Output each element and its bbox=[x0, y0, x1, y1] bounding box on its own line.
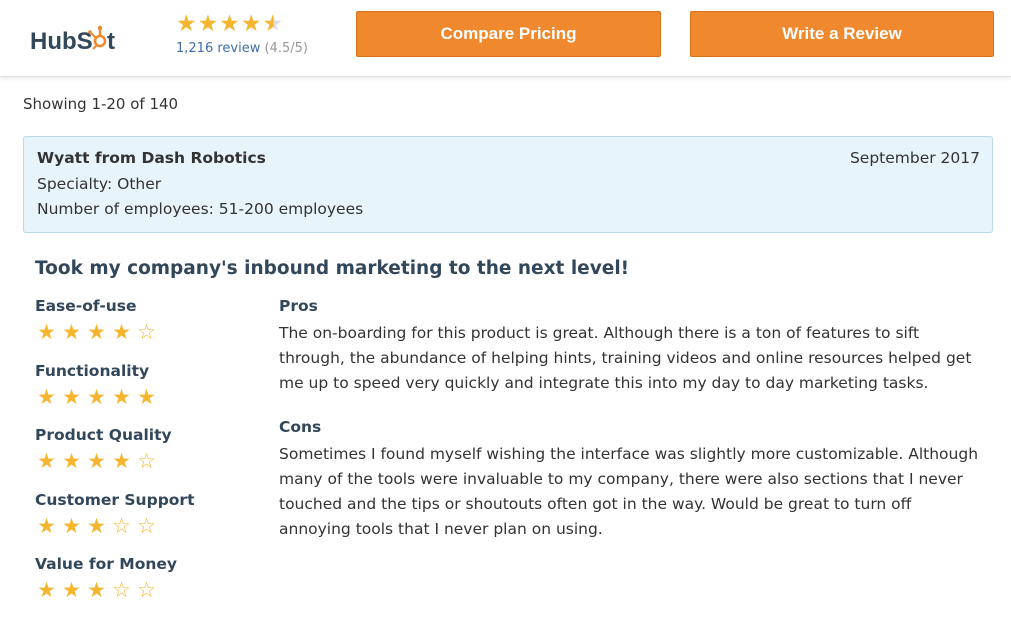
half-star-icon: ★ bbox=[262, 11, 285, 37]
reviewer-name: Wyatt from Dash Robotics bbox=[37, 149, 266, 167]
star-filled-icon: ★ bbox=[37, 449, 56, 473]
rating-label: Product Quality bbox=[35, 426, 172, 444]
reviewer-employees: Number of employees: 51-200 employees bbox=[37, 200, 364, 218]
star-empty-icon: ☆ bbox=[137, 449, 156, 473]
star-filled-icon: ★ bbox=[37, 578, 56, 602]
results-count: Showing 1-20 of 140 bbox=[23, 95, 179, 113]
rating-item: Value for Money ★ ★ ★ ☆ ☆ bbox=[35, 554, 255, 619]
star-icon: ★ bbox=[176, 11, 198, 37]
star-filled-icon: ★ bbox=[62, 384, 81, 409]
star-filled-icon: ★ bbox=[62, 513, 81, 538]
review-average: (4.5/5) bbox=[264, 41, 308, 56]
star-empty-icon: ☆ bbox=[137, 513, 156, 538]
star-empty-icon: ☆ bbox=[112, 513, 131, 538]
star-filled-icon: ★ bbox=[62, 449, 81, 473]
rating-stars: ★ ★ ★ ★ ☆ bbox=[35, 449, 255, 473]
category-ratings: Ease-of-use ★ ★ ★ ★ ☆ Functionality ★ ★ ★ ★ ★ Produc… bbox=[35, 296, 255, 619]
header: HubS t ★★★★★ 1,216 review (4.5/5) Compar… bbox=[0, 0, 1011, 77]
star-filled-icon: ★ bbox=[112, 320, 131, 344]
write-review-button[interactable]: Write a Review bbox=[690, 11, 994, 57]
review-count[interactable]: 1,216 review bbox=[176, 41, 260, 56]
star-icon: ★ bbox=[197, 11, 220, 37]
rating-stars: ★ ★ ★ ★ ★ bbox=[35, 385, 255, 409]
compare-pricing-button[interactable]: Compare Pricing bbox=[356, 11, 661, 57]
svg-text:t: t bbox=[107, 28, 115, 55]
star-filled-icon: ★ bbox=[62, 320, 81, 344]
star-filled-icon: ★ bbox=[137, 384, 156, 409]
overall-rating: ★★★★★ 1,216 review (4.5/5) bbox=[176, 12, 326, 56]
star-filled-icon: ★ bbox=[87, 384, 106, 409]
rating-item: Customer Support ★ ★ ★ ☆ ☆ bbox=[35, 490, 255, 555]
star-filled-icon: ★ bbox=[87, 578, 106, 602]
cons-text: Sometimes I found myself wishing the int… bbox=[279, 445, 979, 538]
cons-heading: Cons bbox=[279, 418, 322, 436]
star-empty-icon: ☆ bbox=[137, 320, 156, 344]
star-icon: ★ bbox=[219, 11, 241, 37]
star-filled-icon: ★ bbox=[37, 384, 56, 409]
rating-stars: ★ ★ ★ ☆ ☆ bbox=[35, 514, 255, 538]
star-empty-icon: ☆ bbox=[112, 578, 131, 602]
rating-stars: ★ ★ ★ ☆ ☆ bbox=[35, 578, 255, 602]
rating-label: Value for Money bbox=[35, 555, 178, 573]
review-body: Pros The on-boarding for this product is… bbox=[279, 296, 984, 542]
rating-item: Ease-of-use ★ ★ ★ ★ ☆ bbox=[35, 296, 255, 361]
review-title: Took my company's inbound marketing to t… bbox=[35, 258, 630, 279]
star-filled-icon: ★ bbox=[87, 449, 106, 473]
star-empty-icon: ☆ bbox=[137, 578, 156, 602]
rating-stars: ★ ★ ★ ★ ☆ bbox=[35, 320, 255, 344]
star-filled-icon: ★ bbox=[112, 384, 131, 409]
star-filled-icon: ★ bbox=[37, 320, 56, 344]
review-date: September 2017 bbox=[849, 149, 980, 167]
star-filled-icon: ★ bbox=[62, 578, 81, 602]
review-count-line[interactable]: 1,216 review (4.5/5) bbox=[176, 41, 326, 56]
hubspot-logo[interactable]: HubS t bbox=[30, 22, 126, 56]
reviewer-info-panel: Wyatt from Dash Robotics September 2017 … bbox=[23, 136, 993, 233]
star-filled-icon: ★ bbox=[37, 513, 56, 538]
reviewer-specialty: Specialty: Other bbox=[37, 175, 162, 193]
rating-item: Functionality ★ ★ ★ ★ ★ bbox=[35, 361, 255, 426]
rating-item: Product Quality ★ ★ ★ ★ ☆ bbox=[35, 425, 255, 490]
rating-label: Customer Support bbox=[35, 490, 195, 509]
star-icon: ★ bbox=[240, 11, 263, 37]
rating-label: Functionality bbox=[35, 361, 150, 380]
star-filled-icon: ★ bbox=[87, 320, 106, 344]
pros-text: The on-boarding for this product is grea… bbox=[279, 324, 972, 392]
rating-label: Ease-of-use bbox=[35, 297, 137, 315]
pros-heading: Pros bbox=[279, 297, 318, 315]
star-filled-icon: ★ bbox=[112, 449, 131, 473]
overall-rating-stars: ★★★★★ bbox=[176, 12, 326, 36]
svg-text:HubS: HubS bbox=[30, 28, 93, 55]
star-filled-icon: ★ bbox=[87, 513, 106, 538]
